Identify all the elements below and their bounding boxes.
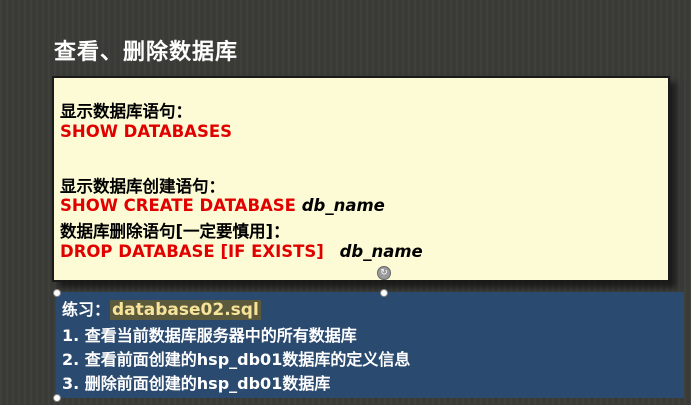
exercise-box[interactable]: 练习： database02.sql 1. 查看当前数据库服务器中的所有数据库 2… (56, 292, 684, 398)
show-create-label: 显示数据库创建语句： (60, 177, 225, 196)
exercise-label: 练习： (62, 300, 111, 319)
show-create-command: SHOW CREATE DATABASE (60, 196, 296, 215)
show-create-line: SHOW CREATE DATABASE db_name (60, 196, 385, 215)
exercise-item-2: 2. 查看前面创建的hsp_db01数据库的定义信息 (62, 350, 411, 369)
rotate-icon[interactable]: ↻ (377, 266, 391, 280)
resize-handle-bottom-left[interactable] (53, 394, 61, 402)
exercise-header: 练习： database02.sql (62, 296, 261, 320)
drop-command: DROP DATABASE [IF EXISTS] (60, 242, 324, 261)
exercise-item-3: 3. 删除前面创建的hsp_db01数据库 (62, 374, 331, 393)
slide-title: 查看、删除数据库 (54, 40, 239, 65)
drop-arg: db_name (339, 242, 423, 261)
slide: { "title": "查看、删除数据库", "syntax": { "show… (0, 0, 691, 405)
show-databases-label: 显示数据库语句： (60, 102, 192, 121)
syntax-box[interactable]: 显示数据库语句： SHOW DATABASES 显示数据库创建语句： SHOW … (52, 76, 670, 282)
resize-handle-top-left[interactable] (53, 289, 61, 297)
exercise-item-1: 1. 查看当前数据库服务器中的所有数据库 (62, 326, 357, 345)
show-databases-command: SHOW DATABASES (60, 122, 232, 141)
drop-label: 数据库删除语句[一定要慎用]： (60, 222, 290, 241)
show-create-arg: db_name (301, 196, 385, 215)
resize-handle-top[interactable] (380, 289, 388, 297)
exercise-file: database02.sql (110, 300, 261, 320)
drop-line: DROP DATABASE [IF EXISTS] db_name (60, 242, 423, 261)
